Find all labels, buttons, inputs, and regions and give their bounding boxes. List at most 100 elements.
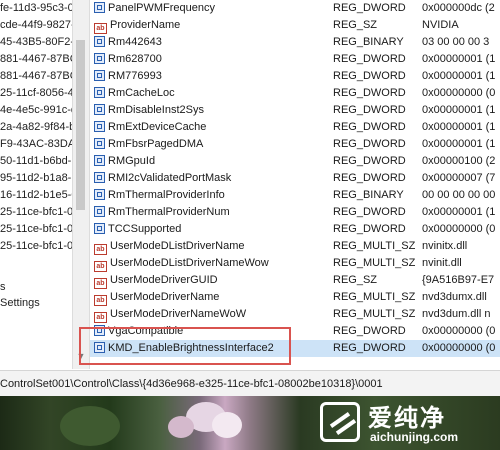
value-name-cell: KMD_EnableBrightnessInterface2: [94, 340, 330, 357]
binary-value-icon: [94, 36, 105, 47]
registry-value-row[interactable]: PanelPWMFrequency REG_DWORD 0x000000dc (2: [90, 0, 500, 17]
binary-value-icon: [94, 223, 105, 234]
tree-scrollbar-thumb[interactable]: [76, 40, 85, 210]
value-name: RMGpuId: [108, 155, 156, 167]
value-data: 0x00000001 (1: [422, 104, 496, 116]
value-name-cell: ab UserModeDListDriverNameWow: [94, 255, 330, 272]
value-data: NVIDIA: [422, 19, 459, 31]
value-type: REG_SZ: [333, 19, 378, 31]
value-name: RmDisableInst2Sys: [108, 104, 204, 116]
tree-item[interactable]: 4e-4e5c-991c-d: [0, 102, 72, 119]
value-data: 0x00000100 (2: [422, 155, 496, 167]
value-type: REG_DWORD: [333, 104, 406, 116]
registry-value-row[interactable]: VgaCompatible REG_DWORD 0x00000000 (0: [90, 323, 500, 340]
value-type: REG_DWORD: [333, 2, 406, 14]
registry-value-row[interactable]: RmExtDeviceCache REG_DWORD 0x00000001 (1: [90, 119, 500, 136]
scroll-down-icon[interactable]: ▼: [75, 351, 87, 361]
binary-value-icon: [94, 70, 105, 81]
tree-item[interactable]: cde-44f9-9827-7: [0, 17, 72, 34]
value-data: nvd3dum.dll n: [422, 308, 491, 320]
tree-item[interactable]: 45-43B5-80F2-: [0, 34, 72, 51]
registry-value-row[interactable]: Rm628700 REG_DWORD 0x00000001 (1: [90, 51, 500, 68]
string-value-icon: ab: [94, 312, 107, 323]
registry-value-row[interactable]: RmThermalProviderNum REG_DWORD 0x00000001 …: [90, 204, 500, 221]
tree-item[interactable]: fe-11d3-95c3-0: [0, 0, 72, 17]
tree-item[interactable]: F9-43AC-83DA-: [0, 136, 72, 153]
value-data: 0x00000001 (1: [422, 206, 496, 218]
binary-value-icon: [94, 325, 105, 336]
tree-item[interactable]: Settings: [0, 295, 40, 312]
value-name: Rm628700: [108, 53, 162, 65]
watermark-logo-icon: [320, 402, 360, 442]
registry-value-row[interactable]: ab UserModeDListDriverNameWow REG_MULTI_SZ…: [90, 255, 500, 272]
registry-value-row[interactable]: ab ProviderName REG_SZ NVIDIA: [90, 17, 500, 34]
tree-item[interactable]: 25-11ce-bfc1-0: [0, 204, 72, 221]
tree-item[interactable]: 50-11d1-b6bd-: [0, 153, 71, 170]
value-type: REG_DWORD: [333, 70, 406, 82]
binary-value-icon: [94, 53, 105, 64]
tree-item[interactable]: 881-4467-87BC-: [0, 68, 72, 85]
value-type: REG_MULTI_SZ: [333, 308, 416, 320]
registry-value-row[interactable]: ab UserModeDriverName REG_MULTI_SZ nvd3dumx…: [90, 289, 500, 306]
status-bar: ControlSet001\Control\Class\{4d36e968-e3…: [0, 370, 500, 397]
string-value-icon: ab: [94, 278, 107, 289]
value-name-cell: ab UserModeDriverGUID: [94, 272, 330, 289]
registry-value-row[interactable]: RmThermalProviderInfo REG_BINARY 00 00 00 …: [90, 187, 500, 204]
value-name-cell: RmDisableInst2Sys: [94, 102, 330, 119]
value-name-cell: RmExtDeviceCache: [94, 119, 330, 136]
value-name-cell: VgaCompatible: [94, 323, 330, 340]
value-name-cell: RMGpuId: [94, 153, 330, 170]
registry-value-row[interactable]: RM776993 REG_DWORD 0x00000001 (1: [90, 68, 500, 85]
registry-value-row[interactable]: KMD_EnableBrightnessInterface2 REG_DWORD 0…: [90, 340, 500, 357]
tree-scrollbar[interactable]: ▼: [72, 0, 90, 369]
registry-value-row[interactable]: RMGpuId REG_DWORD 0x00000100 (2: [90, 153, 500, 170]
value-data: 03 00 00 00 3: [422, 36, 490, 48]
value-data: 0x00000000 (0: [422, 325, 496, 337]
tree-item[interactable]: 95-11d2-b1a8-: [0, 170, 71, 187]
value-type: REG_DWORD: [333, 155, 406, 167]
value-name: UserModeDriverGUID: [110, 274, 218, 286]
registry-value-row[interactable]: RmCacheLoc REG_DWORD 0x00000000 (0: [90, 85, 500, 102]
binary-value-icon: [94, 2, 105, 13]
value-data: nvinitx.dll: [422, 240, 468, 252]
value-name: UserModeDListDriverNameWow: [110, 257, 269, 269]
value-type: REG_DWORD: [333, 342, 406, 354]
registry-key-tree[interactable]: fe-11d3-95c3-0 cde-44f9-9827-7 45-43B5-80F…: [0, 0, 73, 369]
value-data: nvd3dumx.dll: [422, 291, 487, 303]
value-type: REG_MULTI_SZ: [333, 257, 416, 269]
value-name: UserModeDListDriverName: [110, 240, 245, 252]
value-data: 0x00000000 (0: [422, 87, 496, 99]
value-name-cell: ab UserModeDriverName: [94, 289, 330, 306]
registry-value-row[interactable]: RmFbsrPagedDMA REG_DWORD 0x00000001 (1: [90, 136, 500, 153]
registry-value-row[interactable]: ab UserModeDriverNameWoW REG_MULTI_SZ nvd3d…: [90, 306, 500, 323]
value-name-cell: RmFbsrPagedDMA: [94, 136, 330, 153]
value-name-cell: Rm628700: [94, 51, 330, 68]
tree-item[interactable]: 25-11cf-8056-4: [0, 85, 72, 102]
binary-value-icon: [94, 342, 105, 353]
value-name-cell: Rm442643: [94, 34, 330, 51]
binary-value-icon: [94, 104, 105, 115]
registry-path: ControlSet001\Control\Class\{4d36e968-e3…: [0, 378, 383, 390]
tree-item[interactable]: 25-11ce-bfc1-0: [0, 221, 72, 238]
registry-value-row[interactable]: Rm442643 REG_BINARY 03 00 00 00 3: [90, 34, 500, 51]
registry-values-list[interactable]: PanelPWMFrequency REG_DWORD 0x000000dc (2 a…: [90, 0, 500, 369]
binary-value-icon: [94, 172, 105, 183]
value-data: {9A516B97-E7: [422, 274, 495, 286]
tree-item[interactable]: 16-11d2-b1e5-0: [0, 187, 72, 204]
registry-value-row[interactable]: RMI2cValidatedPortMask REG_DWORD 0x0000000…: [90, 170, 500, 187]
value-data: 0x00000007 (7: [422, 172, 496, 184]
value-data: 00 00 00 00 00: [422, 189, 496, 201]
tree-item[interactable]: s: [0, 279, 6, 296]
value-type: REG_DWORD: [333, 206, 406, 218]
value-name: PanelPWMFrequency: [108, 2, 215, 14]
tree-item[interactable]: 2a-4a82-9f84-b: [0, 119, 72, 136]
value-name: RmExtDeviceCache: [108, 121, 207, 133]
value-data: 0x000000dc (2: [422, 2, 495, 14]
tree-item[interactable]: 881-4467-87BC-: [0, 51, 72, 68]
registry-value-row[interactable]: RmDisableInst2Sys REG_DWORD 0x00000001 (1: [90, 102, 500, 119]
registry-value-row[interactable]: ab UserModeDriverGUID REG_SZ {9A516B97-E7: [90, 272, 500, 289]
tree-item[interactable]: 25-11ce-bfc1-0: [0, 238, 72, 255]
registry-value-row[interactable]: TCCSupported REG_DWORD 0x00000000 (0: [90, 221, 500, 238]
registry-value-row[interactable]: ab UserModeDListDriverName REG_MULTI_SZ nvi…: [90, 238, 500, 255]
registry-editor-window: fe-11d3-95c3-0 cde-44f9-9827-7 45-43B5-80F…: [0, 0, 500, 397]
